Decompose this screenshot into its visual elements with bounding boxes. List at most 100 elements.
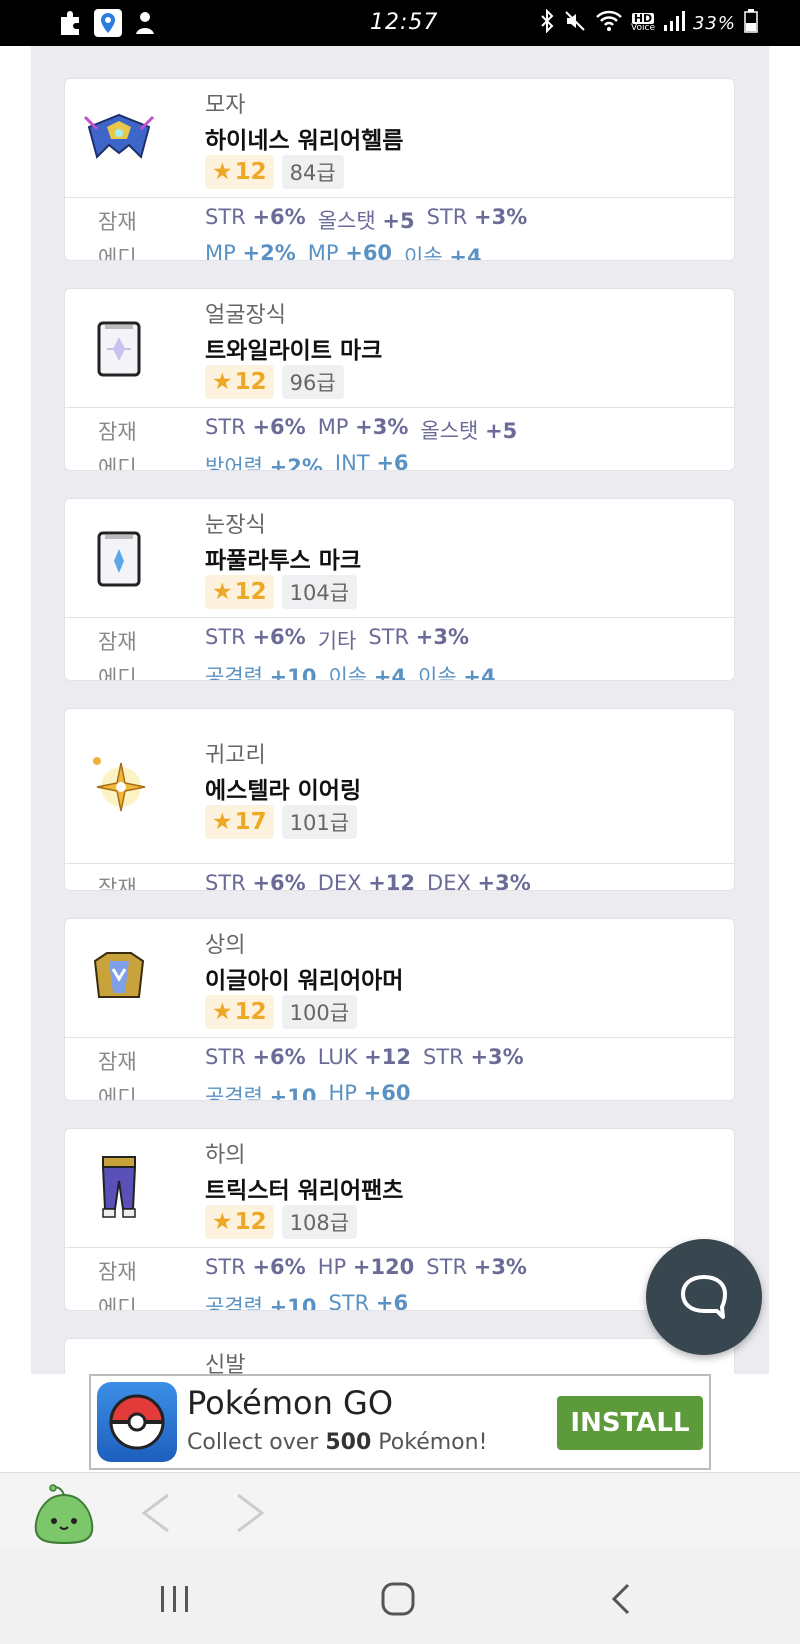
star-icon: ★ [212,579,233,605]
potential-values: STR +6% 기타 STR +3% [205,625,470,653]
clock: 12:57 [370,10,439,35]
item-card[interactable]: 귀고리 에스텔라 이어링 ★ 17 101급 잠재 STR +6% DEX +12… [64,708,735,891]
home-button[interactable] [373,1578,423,1620]
battery-icon [744,8,758,38]
star-force-badge: ★ 12 [205,575,274,609]
equipment-list[interactable]: 모자 하이네스 워리어헬름 ★ 12 84급 잠재 STR +6% 올스탯 +5 … [31,46,769,1374]
bluetooth-icon [539,8,555,38]
additional-row: 에디 방어력 +2% INT +6 [65,448,734,471]
status-bar: 12:57 HD Voice 33% [0,0,800,46]
system-back-button[interactable] [596,1578,646,1620]
item-card[interactable]: 얼굴장식 트와일라이트 마크 ★ 12 96급 잠재 STR +6% MP +3%… [64,288,735,471]
star-icon: ★ [212,999,233,1025]
item-name[interactable]: 트릭스터 워리어팬츠 [205,1171,403,1205]
additional-row: 에디 공격력 +10 HP +60 [65,1078,734,1101]
star-icon: ★ [212,369,233,395]
additional-values: 방어력 +2% INT +6 [205,451,409,471]
potential-values: STR +6% LUK +12 STR +3% [205,1045,524,1069]
recent-apps-icon [161,1586,188,1612]
chat-button[interactable] [646,1239,762,1355]
potential-values: STR +6% 올스탯 +5 STR +3% [205,205,528,233]
star-force-badge: ★ 12 [205,1205,274,1239]
item-category: 눈장식 [205,513,266,538]
home-icon [381,1582,415,1616]
item-badges: ★ 12 108급 [205,1205,358,1239]
potential-row: 잠재 STR +6% 기타 STR +3% [98,625,470,654]
star-icon: ★ [212,1209,233,1235]
additional-row: 에디 MP +2% MP +60 이속 +4 [65,238,734,261]
browser-toolbar [0,1472,800,1550]
helmet-icon [83,101,155,173]
item-card[interactable]: 상의 이글아이 워리어아머 ★ 12 100급 잠재 STR +6% LUK +1… [64,918,735,1101]
mute-icon [563,9,587,38]
system-nav-bar [0,1550,800,1644]
recent-apps-button[interactable] [150,1578,200,1620]
ad-subtitle: Collect over 500 Pokémon! [187,1430,488,1455]
potential-row: 잠재 STR +6% HP +120 STR +3% [98,1255,527,1284]
earring-icon [83,749,155,821]
additional-row: 에디 공격력 +10 STR +6 [65,1288,734,1311]
browser-forward-button[interactable] [228,1489,272,1537]
additional-values: 공격력 +10 STR +6 [205,1291,409,1311]
shoes-icon [83,1361,155,1374]
chevron-left-icon [141,1493,169,1533]
battery-percent: 33% [692,12,736,34]
item-category: 모자 [205,93,246,118]
additional-values: 공격력 +10 이속 +4 이속 +4 [205,665,496,681]
item-card[interactable]: 하의 트릭스터 워리어팬츠 ★ 12 108급 잠재 STR +6% HP +12… [64,1128,735,1311]
chevron-right-icon [237,1493,265,1533]
armor-icon [83,941,155,1013]
additional-values: 공격력 +10 HP +60 [205,1081,411,1101]
app-notification-icon [132,8,158,38]
pokemon-go-app-icon[interactable] [97,1382,177,1462]
potential-values: STR +6% DEX +12 DEX +3% [205,871,531,891]
potential-values: STR +6% HP +120 STR +3% [205,1255,527,1279]
item-badges: ★ 12 100급 [205,995,358,1029]
item-name[interactable]: 하이네스 워리어헬름 [205,121,403,155]
wifi-icon [595,9,623,38]
item-category: 상의 [205,933,246,958]
level-badge: 108급 [281,1205,358,1239]
item-badges: ★ 12 96급 [205,365,344,399]
item-category: 귀고리 [205,743,266,768]
level-badge: 84급 [281,155,344,189]
potential-row: 잠재 STR +6% 올스탯 +5 STR +3% [98,205,528,234]
star-force-badge: ★ 12 [205,995,274,1029]
maps-icon [94,9,122,37]
item-badges: ★ 17 101급 [205,805,358,839]
item-card[interactable]: 눈장식 파풀라투스 마크 ★ 12 104급 잠재 STR +6% 기타 STR … [64,498,735,681]
additional-values: MP +2% MP +60 이속 +4 [205,241,482,261]
eye-accessory-icon [83,523,155,595]
browser-back-button[interactable] [134,1489,178,1537]
pants-icon [83,1151,155,1223]
item-category: 하의 [205,1143,246,1168]
item-card[interactable]: 모자 하이네스 워리어헬름 ★ 12 84급 잠재 STR +6% 올스탯 +5 … [64,78,735,261]
star-force-badge: ★ 17 [205,805,274,839]
item-name[interactable]: 파풀라투스 마크 [205,541,361,575]
status-icons: HD Voice 33% [539,8,758,38]
item-name[interactable]: 에스텔라 이어링 [205,771,361,805]
item-badges: ★ 12 84급 [205,155,344,189]
face-accessory-icon [83,313,155,385]
item-name[interactable]: 이글아이 워리어아머 [205,961,403,995]
star-force-badge: ★ 12 [205,155,274,189]
chat-bubble-icon [681,1275,727,1319]
star-force-badge: ★ 12 [205,365,274,399]
item-category: 신발 [205,1353,246,1374]
item-category: 얼굴장식 [205,303,286,328]
item-name[interactable]: 트와일라이트 마크 [205,331,382,365]
star-icon: ★ [212,159,233,185]
potential-values: STR +6% MP +3% 올스탯 +5 [205,415,518,443]
install-button[interactable]: INSTALL [557,1396,703,1450]
level-badge: 104급 [281,575,358,609]
item-badges: ★ 12 104급 [205,575,358,609]
ad-banner[interactable]: Pokémon GO Collect over 500 Pokémon! INS… [89,1374,711,1470]
signal-icon [663,10,685,37]
additional-row: 에디 공격력 +10 이속 +4 이속 +4 [65,658,734,681]
level-badge: 96급 [281,365,344,399]
star-icon: ★ [212,809,233,835]
potential-row: 잠재 STR +6% LUK +12 STR +3% [98,1045,524,1074]
slime-mascot-icon[interactable] [32,1483,96,1545]
item-card[interactable]: 신발 [64,1338,735,1374]
ad-title[interactable]: Pokémon GO [187,1384,393,1422]
